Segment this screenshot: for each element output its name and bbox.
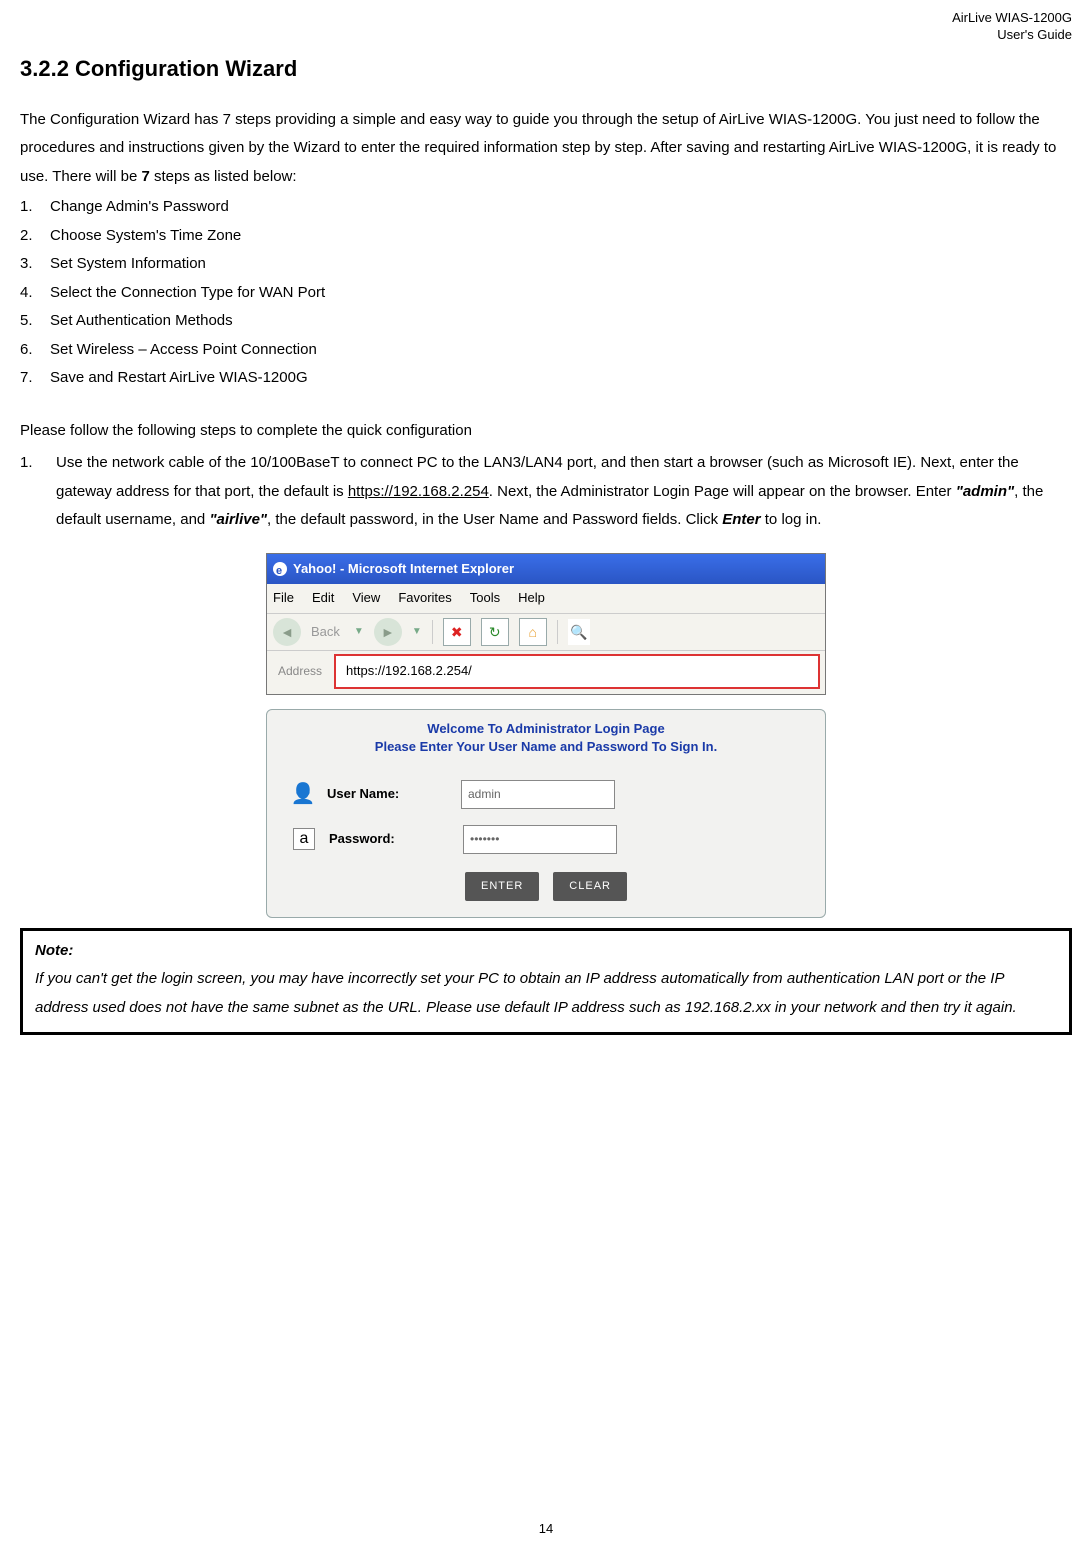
password-row: a Password: ••••••• [281, 817, 811, 862]
toolbar-separator [432, 620, 433, 644]
cred-airlive: "airlive" [209, 511, 267, 528]
step-list: 1.Change Admin's Password 2.Choose Syste… [20, 193, 1072, 393]
default-url: https://192.168.2.254 [348, 483, 489, 500]
page-number: 14 [0, 1517, 1092, 1542]
browser-titlebar: Yahoo! - Microsoft Internet Explorer [267, 554, 825, 585]
step-text: Set Wireless – Access Point Connection [50, 336, 317, 365]
login-heading-line2: Please Enter Your User Name and Password… [281, 738, 811, 756]
back-dropdown-icon[interactable]: ▼ [354, 622, 364, 641]
step-text: Set System Information [50, 250, 206, 279]
user-icon: 👤 [293, 784, 313, 804]
home-button[interactable]: ⌂ [519, 618, 547, 646]
intro-paragraph: The Configuration Wizard has 7 steps pro… [20, 106, 1072, 192]
menu-file[interactable]: File [273, 586, 294, 611]
doc-header-line1: AirLive WIAS-1200G [20, 10, 1072, 27]
seg-e: to log in. [761, 511, 822, 528]
step-num: 6. [20, 336, 50, 365]
step-item: 7.Save and Restart AirLive WIAS-1200G [20, 364, 1072, 393]
seg-b: . Next, the Administrator Login Page wil… [489, 483, 956, 500]
browser-title: Yahoo! - Microsoft Internet Explorer [293, 557, 514, 582]
instruction-text: Use the network cable of the 10/100BaseT… [56, 449, 1072, 535]
step-text: Set Authentication Methods [50, 307, 233, 336]
doc-header-line2: User's Guide [20, 27, 1072, 44]
step-item: 4.Select the Connection Type for WAN Por… [20, 279, 1072, 308]
step-num: 3. [20, 250, 50, 279]
step-num: 2. [20, 222, 50, 251]
follow-line: Please follow the following steps to com… [20, 417, 1072, 446]
password-input[interactable]: ••••••• [463, 825, 617, 854]
clear-button[interactable]: CLEAR [553, 872, 627, 901]
fwd-dropdown-icon[interactable]: ▼ [412, 622, 422, 641]
instruction-step-1: 1. Use the network cable of the 10/100Ba… [20, 449, 1072, 535]
menu-help[interactable]: Help [518, 586, 545, 611]
ie-icon [273, 562, 287, 576]
intro-seven: 7 [141, 168, 149, 185]
step-num: 1. [20, 193, 50, 222]
step-text: Save and Restart AirLive WIAS-1200G [50, 364, 308, 393]
username-label: User Name: [327, 782, 447, 807]
intro-text-post: steps as listed below: [150, 168, 297, 185]
search-icon[interactable]: 🔍 [568, 619, 590, 645]
step-num: 4. [20, 279, 50, 308]
username-row: 👤 User Name: admin [281, 772, 811, 817]
step-num: 5. [20, 307, 50, 336]
login-heading: Welcome To Administrator Login Page Plea… [281, 720, 811, 756]
step-num: 7. [20, 364, 50, 393]
forward-button[interactable]: ► [374, 618, 402, 646]
stop-button[interactable]: ✖ [443, 618, 471, 646]
address-label: Address [272, 660, 328, 683]
step-item: 2.Choose System's Time Zone [20, 222, 1072, 251]
back-label: Back [311, 620, 340, 645]
refresh-button[interactable]: ↻ [481, 618, 509, 646]
browser-menubar: File Edit View Favorites Tools Help [267, 584, 825, 614]
cred-admin: "admin" [956, 483, 1014, 500]
step-item: 1.Change Admin's Password [20, 193, 1072, 222]
toolbar-separator [557, 620, 558, 644]
browser-toolbar: ◄ Back ▼ ► ▼ ✖ ↻ ⌂ 🔍 [267, 614, 825, 651]
login-buttons: ENTER CLEAR [281, 872, 811, 901]
menu-tools[interactable]: Tools [470, 586, 500, 611]
enter-button[interactable]: ENTER [465, 872, 539, 901]
step-text: Choose System's Time Zone [50, 222, 241, 251]
login-panel: Welcome To Administrator Login Page Plea… [266, 709, 826, 918]
note-box: Note: If you can't get the login screen,… [20, 928, 1072, 1036]
address-field[interactable]: https://192.168.2.254/ [334, 654, 820, 689]
seg-d: , the default password, in the User Name… [267, 511, 722, 528]
address-bar: Address https://192.168.2.254/ [267, 651, 825, 694]
menu-edit[interactable]: Edit [312, 586, 334, 611]
login-heading-line1: Welcome To Administrator Login Page [281, 720, 811, 738]
enter-action: Enter [722, 511, 760, 528]
menu-view[interactable]: View [352, 586, 380, 611]
section-title: 3.2.2 Configuration Wizard [20, 48, 1072, 90]
step-item: 3.Set System Information [20, 250, 1072, 279]
instruction-num: 1. [20, 449, 56, 535]
username-input[interactable]: admin [461, 780, 615, 809]
step-item: 6.Set Wireless – Access Point Connection [20, 336, 1072, 365]
note-body: If you can't get the login screen, you m… [35, 965, 1057, 1022]
note-title: Note: [35, 937, 1057, 966]
menu-favorites[interactable]: Favorites [398, 586, 451, 611]
step-text: Change Admin's Password [50, 193, 229, 222]
browser-window: Yahoo! - Microsoft Internet Explorer Fil… [266, 553, 826, 695]
screenshots-figure: Yahoo! - Microsoft Internet Explorer Fil… [266, 553, 826, 918]
password-label: Password: [329, 827, 449, 852]
back-button[interactable]: ◄ [273, 618, 301, 646]
password-icon: a [293, 828, 315, 850]
step-text: Select the Connection Type for WAN Port [50, 279, 325, 308]
step-item: 5.Set Authentication Methods [20, 307, 1072, 336]
doc-header: AirLive WIAS-1200G User's Guide [20, 10, 1072, 44]
